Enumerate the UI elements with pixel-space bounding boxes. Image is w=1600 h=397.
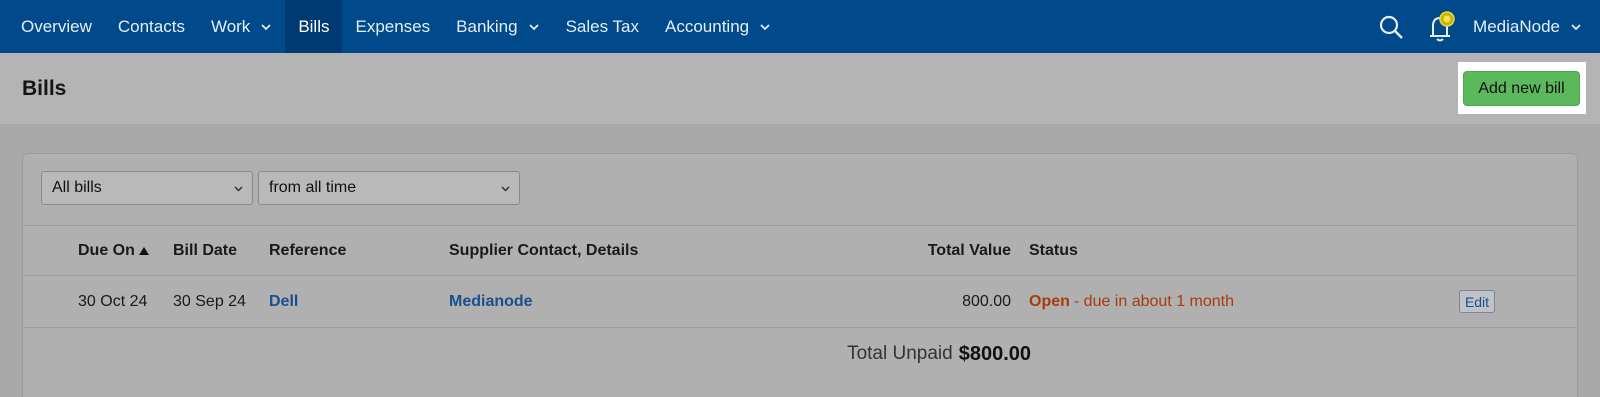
chevron-down-icon	[760, 23, 770, 30]
nav-item-label: Banking	[456, 16, 518, 36]
table-row: 30 Oct 24 30 Sep 24 Dell Medianode 800.0…	[23, 276, 1577, 328]
nav-item-label: Expenses	[355, 16, 431, 36]
edit-button[interactable]: Edit	[1459, 290, 1495, 313]
nav-item-bills[interactable]: Bills	[285, 0, 343, 53]
search-button[interactable]	[1371, 7, 1411, 47]
total-unpaid-amount: $800.00	[958, 342, 1031, 365]
bill-filter-select[interactable]: All bills	[41, 171, 253, 205]
time-filter-value: from all time	[269, 179, 357, 196]
total-unpaid-label: Total Unpaid	[847, 343, 953, 364]
top-nav: Overview Contacts Work Bills Expenses Ba…	[0, 0, 1600, 53]
supplier-link[interactable]: Medianode	[449, 276, 533, 327]
column-header-bill-date[interactable]: Bill Date	[173, 226, 237, 275]
nav-item-label: Overview	[21, 16, 92, 36]
cell-total-value: 800.00	[962, 292, 1011, 310]
nav-item-accounting[interactable]: Accounting	[652, 0, 784, 53]
cell-status: Open - due in about 1 month	[1029, 276, 1234, 327]
time-filter-select[interactable]: from all time	[258, 171, 520, 205]
status-badge: Open	[1029, 292, 1070, 310]
user-menu-label: MediaNode	[1473, 16, 1560, 36]
nav-item-expenses[interactable]: Expenses	[342, 0, 443, 53]
nav-item-contacts[interactable]: Contacts	[105, 0, 198, 53]
column-header-status[interactable]: Status	[1029, 226, 1078, 275]
chevron-down-icon	[528, 23, 539, 30]
notifications-button[interactable]	[1421, 7, 1461, 47]
sort-ascending-icon	[138, 246, 149, 255]
table-header: Due On Bill Date Reference Supplier Cont…	[23, 226, 1577, 276]
nav-right: MediaNode	[1361, 0, 1600, 53]
nav-item-label: Work	[210, 16, 251, 36]
add-new-bill-button[interactable]: Add new bill	[1463, 71, 1580, 106]
cell-bill-date: 30 Sep 24	[173, 292, 246, 310]
nav-item-label: Contacts	[117, 16, 185, 36]
chevron-down-icon	[261, 23, 271, 30]
column-header-supplier[interactable]: Supplier Contact, Details	[449, 226, 638, 275]
nav-item-label: Sales Tax	[565, 16, 639, 36]
chevron-down-icon	[501, 186, 510, 192]
user-menu[interactable]: MediaNode	[1473, 17, 1582, 37]
column-header-total-value[interactable]: Total Value	[811, 226, 1011, 275]
table-footer: Total Unpaid $800.00	[23, 328, 1577, 380]
nav-item-banking[interactable]: Banking	[443, 0, 552, 53]
reference-link[interactable]: Dell	[269, 276, 298, 327]
page-title: Bills	[22, 77, 67, 100]
bell-icon	[1430, 10, 1455, 41]
cell-due-on: 30 Oct 24	[78, 292, 148, 310]
nav-item-label: Accounting	[665, 16, 750, 36]
filter-bar: All bills from all time	[23, 154, 1577, 226]
chevron-down-icon	[234, 186, 243, 192]
status-detail: - due in about 1 month	[1073, 292, 1234, 310]
chevron-down-icon	[1571, 23, 1581, 30]
bills-panel: All bills from all time Due On Bill Date…	[22, 153, 1578, 397]
column-header-label: Due On	[78, 241, 135, 259]
column-header-due-on[interactable]: Due On	[78, 226, 149, 275]
nav-item-label: Bills	[298, 16, 330, 36]
column-header-reference[interactable]: Reference	[269, 226, 346, 275]
nav-item-sales-tax[interactable]: Sales Tax	[553, 0, 652, 53]
page-header: Bills	[0, 53, 1600, 125]
nav-item-overview[interactable]: Overview	[0, 0, 105, 53]
total-unpaid: Total Unpaid $800.00	[847, 328, 1031, 380]
nav-item-work[interactable]: Work	[198, 0, 285, 53]
bill-filter-value: All bills	[52, 179, 102, 196]
search-icon	[1379, 15, 1403, 39]
